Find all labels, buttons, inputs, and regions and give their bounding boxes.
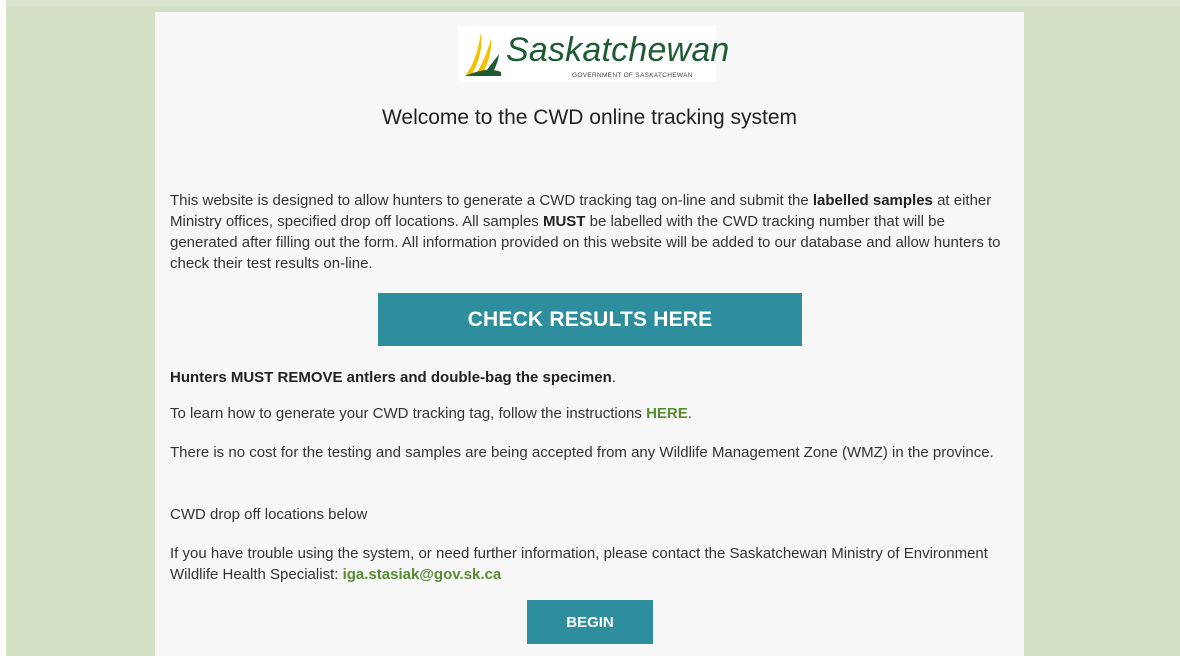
contact-paragraph: If you have trouble using the system, or… (170, 543, 1010, 585)
intro-paragraph: This website is designed to allow hunter… (170, 190, 1010, 274)
hunters-notice-bold: Hunters MUST REMOVE antlers and double-b… (170, 369, 612, 386)
left-edge (0, 0, 6, 656)
learn-paragraph: To learn how to generate your CWD tracki… (170, 403, 1010, 424)
intro-bold-1: labelled samples (812, 192, 933, 209)
logo-wordmark: Saskatchewan (506, 31, 730, 69)
cost-paragraph: There is no cost for the testing and sam… (170, 444, 994, 461)
page-title: Welcome to the CWD online tracking syste… (381, 106, 798, 129)
main-card: Saskatchewan GOVERNMENT OF SASKATCHEWAN … (155, 12, 1024, 656)
begin-button[interactable]: BEGIN (527, 600, 653, 644)
check-results-button[interactable]: CHECK RESULTS HERE (378, 293, 802, 346)
hunters-notice: Hunters MUST REMOVE antlers and double-b… (170, 367, 1010, 388)
learn-end: . (687, 405, 692, 422)
top-band (0, 0, 1180, 6)
instructions-here-link[interactable]: HERE (646, 405, 688, 422)
logo-subtitle: GOVERNMENT OF SASKATCHEWAN (572, 72, 693, 79)
hunters-notice-end: . (611, 369, 616, 386)
dropoff-paragraph: CWD drop off locations below (170, 506, 368, 523)
intro-bold-2: MUST (542, 213, 586, 230)
wheat-icon (465, 32, 501, 76)
contact-text: If you have trouble using the system, or… (170, 545, 988, 583)
learn-text: To learn how to generate your CWD tracki… (170, 405, 647, 422)
saskatchewan-logo[interactable]: Saskatchewan GOVERNMENT OF SASKATCHEWAN (458, 26, 729, 82)
intro-text-1: This website is designed to allow hunter… (170, 192, 813, 209)
contact-email-link[interactable]: iga.stasiak@gov.sk.ca (343, 566, 502, 583)
